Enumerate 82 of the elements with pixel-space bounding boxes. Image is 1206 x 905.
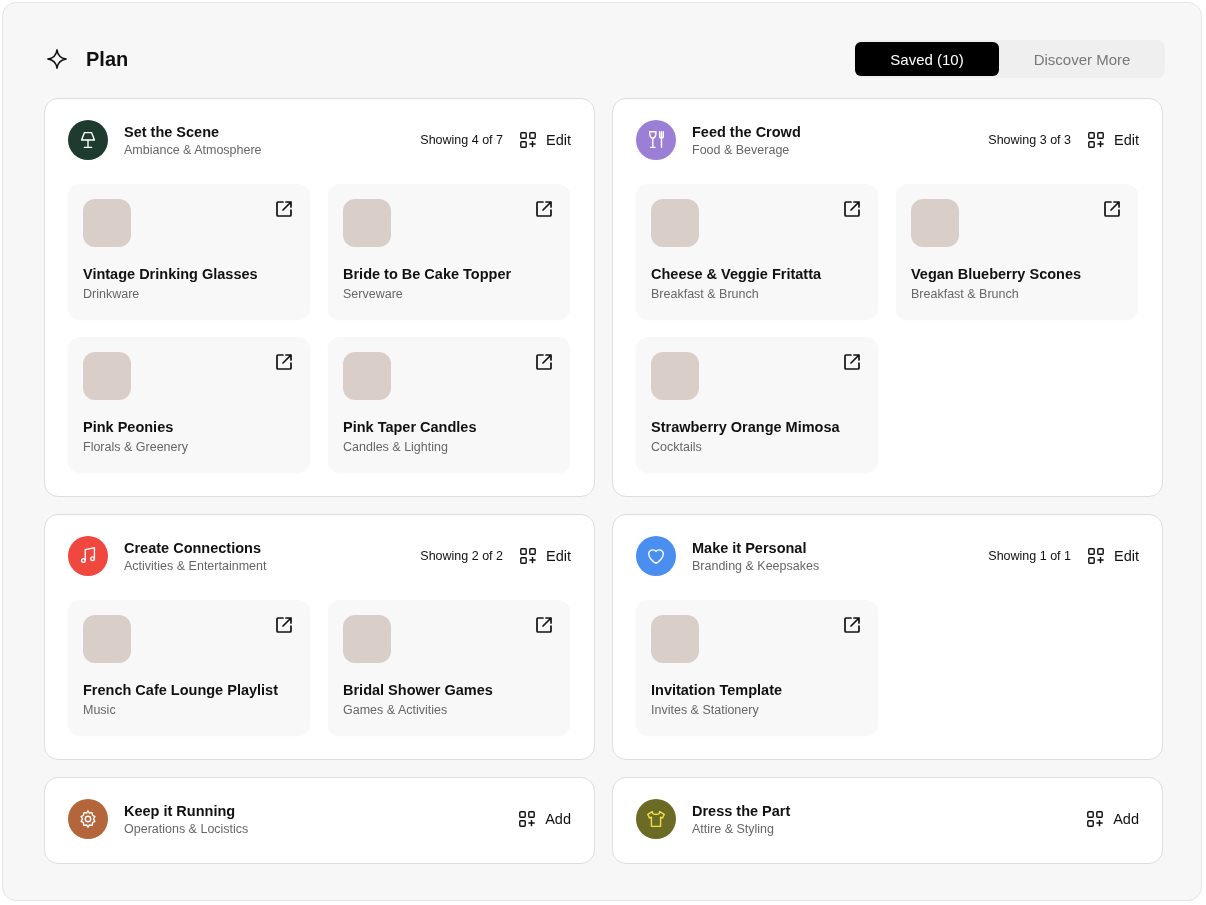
action-button[interactable]: Edit [1087,131,1139,149]
external-link-icon[interactable] [534,199,554,219]
sparkle-icon [46,48,68,70]
grid-plus-icon [519,547,537,565]
item-category: Drinkware [83,287,141,301]
photo-placeholder [651,615,699,663]
tab[interactable]: Discover More [999,42,1165,76]
saved-item-card[interactable]: French Cafe Lounge Playlist Music [68,600,310,735]
item-title: Vegan Blueberry Scones [911,266,1083,282]
photo-placeholder [83,352,131,400]
saved-item-card[interactable]: Bridal Shower Games Games & Activities [328,600,570,735]
photo-placeholder [83,615,131,663]
external-link-icon[interactable] [274,352,294,372]
action-button[interactable]: Edit [1087,547,1139,565]
category-subtitle: Ambiance & Atmosphere [124,142,263,157]
item-category: Serveware [343,287,404,301]
photo-placeholder [343,352,391,400]
saved-item-card[interactable]: Bride to Be Cake Topper Serveware [328,184,570,319]
saved-item-card[interactable]: Vegan Blueberry Scones Breakfast & Brunch [896,184,1138,319]
item-category: Invites & Stationery [651,703,760,717]
external-link-icon[interactable] [842,199,862,219]
item-title: Cheese & Veggie Fritatta [651,266,823,282]
item-category: Music [83,703,117,717]
item-title: Pink Peonies [83,419,175,435]
saved-item-card[interactable]: Cheese & Veggie Fritatta Breakfast & Brunch [636,184,878,319]
photo-placeholder [651,352,699,400]
photo-placeholder [343,615,391,663]
item-count: Showing 1 of 1 [988,549,1071,563]
saved-item-card[interactable]: Invitation Template Invites & Stationery [636,600,878,735]
item-title: Bridal Shower Games [343,682,494,698]
item-title: Invitation Template [651,682,784,698]
item-title: Bride to Be Cake Topper [343,266,513,282]
grid-plus-icon [1087,131,1105,149]
item-category: Breakfast & Brunch [911,287,1020,301]
category-title: Dress the Part [692,802,792,819]
item-title: Pink Taper Candles [343,419,478,435]
photo-placeholder [83,199,131,247]
photo-placeholder [651,199,699,247]
action-button[interactable]: Edit [519,131,571,149]
grid-plus-icon [1087,547,1105,565]
category-title: Set the Scene [124,123,221,140]
grid-plus-icon [1086,810,1105,828]
grid-plus-icon [518,810,537,828]
external-link-icon[interactable] [534,352,554,372]
item-title: French Cafe Lounge Playlist [83,682,279,698]
item-count: Showing 3 of 3 [988,133,1071,147]
category-title: Feed the Crowd [692,123,802,140]
category-title: Keep it Running [124,802,237,819]
grid-plus-icon [519,131,537,149]
item-category: Cocktails [651,440,703,454]
saved-item-card[interactable]: Pink Taper Candles Candles & Lighting [328,337,570,472]
action-button[interactable]: Add [518,810,571,828]
external-link-icon[interactable] [274,199,294,219]
page-title: Plan [86,47,129,71]
item-category: Florals & Greenery [83,440,189,454]
photo-placeholder [911,199,959,247]
item-count: Showing 4 of 7 [420,133,503,147]
external-link-icon[interactable] [534,615,554,635]
action-button[interactable]: Add [1086,810,1139,828]
item-category: Games & Activities [343,703,449,717]
tab[interactable]: Saved (10) [855,42,999,76]
action-button[interactable]: Edit [519,547,571,565]
category-title: Create Connections [124,539,262,556]
category-subtitle: Attire & Styling [692,821,775,836]
external-link-icon[interactable] [842,615,862,635]
saved-item-card[interactable]: Strawberry Orange Mimosa Cocktails [636,337,878,472]
category-subtitle: Activities & Entertainment [124,558,268,573]
category-subtitle: Food & Beverage [692,142,791,157]
item-title: Strawberry Orange Mimosa [651,419,841,435]
category-subtitle: Branding & Keepsakes [692,558,821,573]
item-count: Showing 2 of 2 [420,549,503,563]
category-subtitle: Operations & Locistics [124,821,250,836]
external-link-icon[interactable] [274,615,294,635]
category-title: Make it Personal [692,539,808,556]
saved-item-card[interactable]: Pink Peonies Florals & Greenery [68,337,310,472]
external-link-icon[interactable] [1102,199,1122,219]
photo-placeholder [343,199,391,247]
item-title: Vintage Drinking Glasses [83,266,259,282]
item-category: Breakfast & Brunch [651,287,760,301]
external-link-icon[interactable] [842,352,862,372]
item-category: Candles & Lighting [343,440,449,454]
saved-item-card[interactable]: Vintage Drinking Glasses Drinkware [68,184,310,319]
